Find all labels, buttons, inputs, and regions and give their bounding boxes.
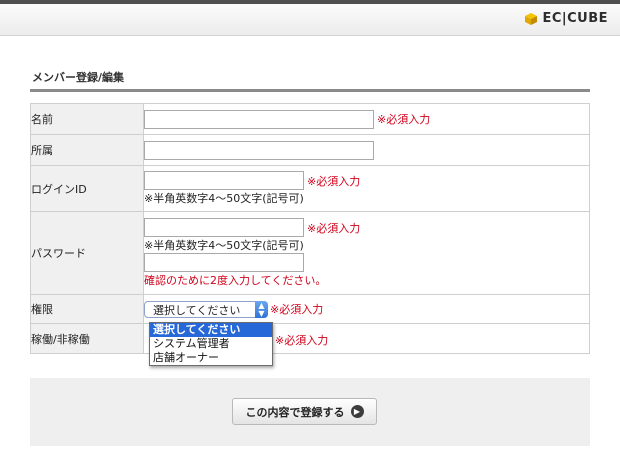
title-divider [30, 89, 590, 92]
arrow-right-icon: ▶ [350, 405, 364, 418]
authority-option[interactable]: システム管理者 [150, 337, 272, 351]
login-id-note: ※半角英数字4～50文字(記号可) [144, 192, 304, 205]
row-authority: 権限 選択してください ▲ ▼ ※必須入力 [30, 294, 590, 324]
row-login-id: ログインID ※必須入力 ※半角英数字4～50文字(記号可) [30, 165, 590, 212]
login-id-input[interactable] [144, 171, 304, 190]
authority-dropdown-list: 選択してください システム管理者 店舗オーナー [149, 322, 273, 366]
name-label: 名前 [30, 103, 144, 135]
header-bar: EC|CUBE [0, 4, 620, 36]
row-status: 稼働/非稼働 ※必須入力 [30, 323, 590, 354]
password-confirm-note: 確認のために2度入力してください。 [144, 274, 327, 287]
password-confirm-input[interactable] [144, 253, 304, 272]
password-required: ※必須入力 [307, 221, 361, 235]
name-required: ※必須入力 [377, 113, 431, 126]
cube-icon [525, 12, 538, 25]
status-required: ※必須入力 [275, 334, 329, 347]
password-note: ※半角英数字4～50文字(記号可) [144, 239, 304, 252]
authority-selected-value: 選択してください [153, 303, 241, 317]
submit-label: この内容で登録する [245, 405, 345, 419]
row-affiliation: 所属 [30, 134, 590, 166]
authority-option[interactable]: 店舗オーナー [150, 351, 272, 365]
login-id-required: ※必須入力 [307, 174, 361, 188]
status-label: 稼働/非稼働 [30, 323, 144, 354]
row-password: パスワード ※必須入力 ※半角英数字4～50文字(記号可) 確認のために2度入力… [30, 211, 590, 295]
logo-text: EC|CUBE [542, 11, 608, 26]
page-title: メンバー登録/編集 [32, 71, 125, 84]
login-id-label: ログインID [30, 165, 144, 212]
name-input[interactable] [144, 109, 374, 129]
ec-cube-logo: EC|CUBE [524, 11, 608, 26]
authority-label: 権限 [30, 294, 144, 324]
authority-required: ※必須入力 [270, 303, 324, 316]
submit-button[interactable]: この内容で登録する ▶ [232, 398, 377, 425]
member-form-table: 名前 ※必須入力 所属 ログインID ※必須入力 ※半角英数字4～50文字(記号… [30, 103, 590, 354]
password-label: パスワード [30, 211, 144, 295]
affiliation-label: 所属 [30, 134, 144, 166]
select-arrows-icon: ▲ ▼ [255, 301, 268, 318]
affiliation-input[interactable] [144, 140, 374, 160]
authority-option[interactable]: 選択してください [150, 323, 272, 337]
row-name: 名前 ※必須入力 [30, 103, 590, 135]
password-input[interactable] [144, 218, 304, 237]
authority-select[interactable]: 選択してください ▲ ▼ [144, 301, 268, 318]
